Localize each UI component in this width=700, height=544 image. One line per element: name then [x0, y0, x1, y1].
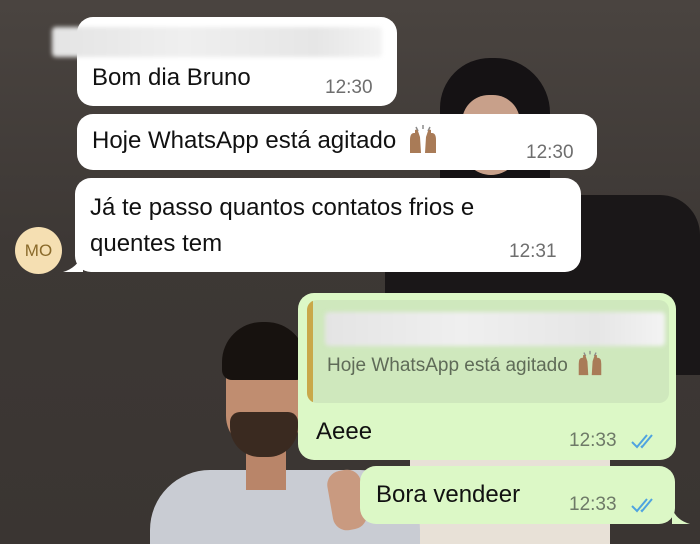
message-bubble-incoming[interactable]: Bom dia Bruno 12:30	[52, 17, 397, 106]
message-time: 12:30	[526, 142, 574, 163]
message-time: 12:31	[509, 241, 557, 262]
bubble-tail	[63, 254, 83, 272]
message-time: 12:33	[569, 494, 617, 515]
quote-author-redacted	[325, 312, 665, 346]
message-text: Aeee	[316, 418, 373, 445]
quoted-message[interactable]: Hoje WhatsApp está agitado	[307, 300, 669, 403]
sender-avatar[interactable]: MO	[15, 227, 62, 274]
message-text: Hoje WhatsApp está agitado	[92, 124, 439, 155]
sender-name-redacted	[52, 27, 382, 57]
message-text: Bora vendeer	[376, 481, 521, 508]
raising-hands-emoji	[578, 350, 602, 376]
bubble-tail	[672, 508, 690, 524]
message-text-line1: Já te passo quantos contatos frios e	[90, 194, 475, 221]
message-time: 12:30	[325, 77, 373, 98]
message-text: Bom dia Bruno	[92, 64, 251, 91]
quote-accent-bar	[307, 300, 313, 403]
quoted-text: Hoje WhatsApp está agitado	[327, 350, 604, 377]
message-bubble-incoming[interactable]: Já te passo quantos contatos frios e que…	[75, 178, 581, 272]
raising-hands-emoji	[409, 124, 436, 153]
read-receipt-icon	[631, 434, 653, 449]
message-bubble-outgoing[interactable]: Bora vendeer 12:33	[360, 466, 675, 524]
read-receipt-icon	[631, 498, 653, 513]
message-text-line2: quentes tem	[90, 230, 223, 257]
avatar-initials: MO	[24, 240, 53, 260]
message-bubble-incoming[interactable]: Hoje WhatsApp está agitado 12:30	[77, 114, 597, 170]
message-time: 12:33	[569, 430, 617, 451]
